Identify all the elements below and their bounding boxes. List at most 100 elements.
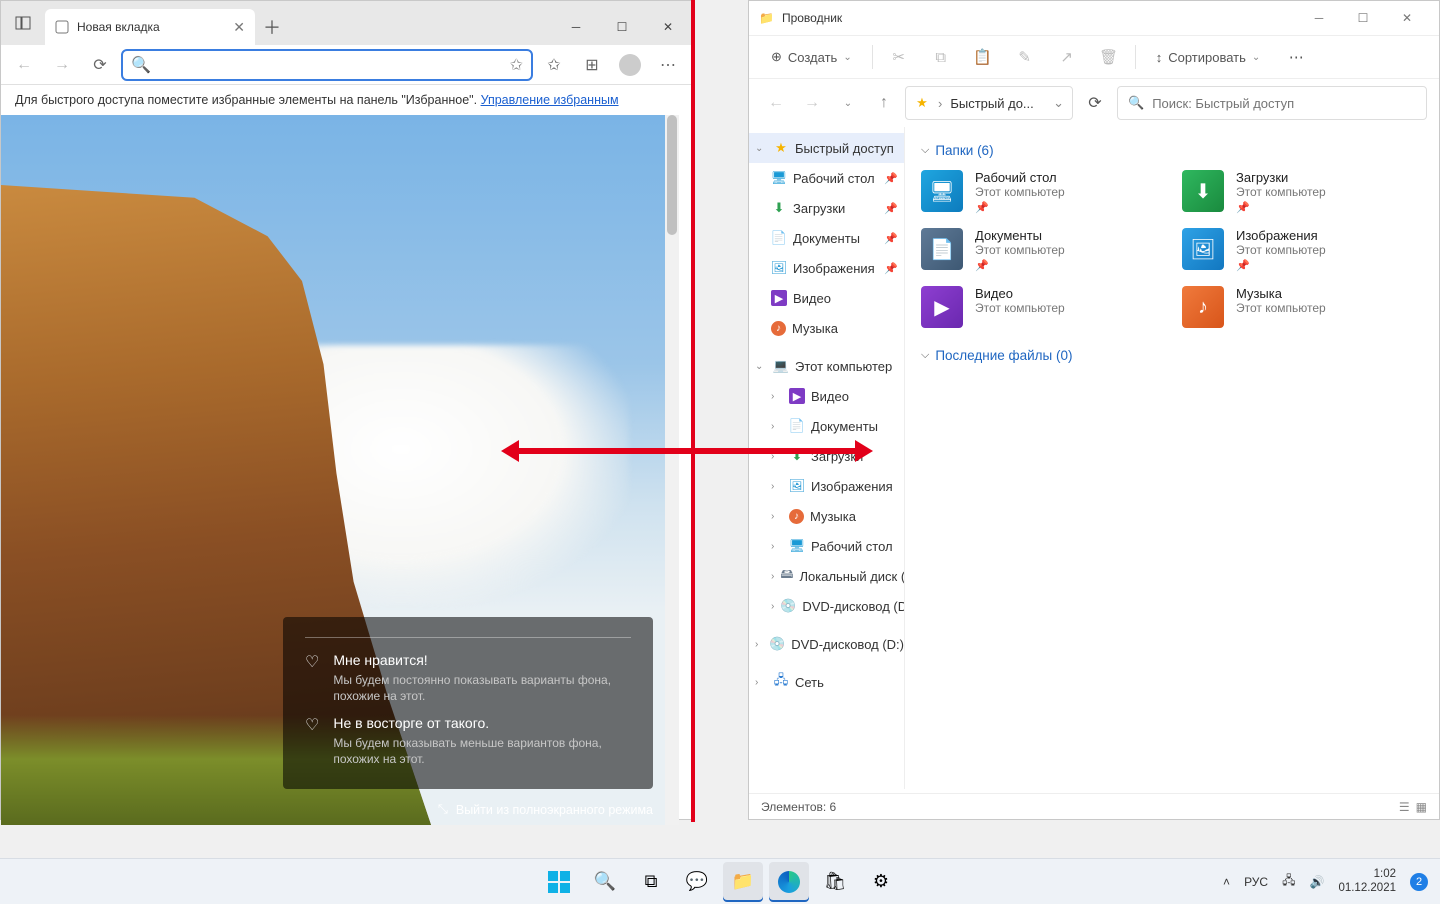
more-button[interactable]: ⋯ — [1280, 42, 1312, 72]
folder-desktop[interactable]: 🖥Рабочий столЭтот компьютер📌 — [921, 170, 1162, 214]
delete-button[interactable]: 🗑 — [1093, 42, 1125, 72]
snap-divider[interactable] — [691, 0, 695, 822]
breadcrumb-current: Быстрый до... — [950, 96, 1033, 111]
chevron-down-icon: ⌄ — [843, 52, 851, 63]
minimize-button[interactable]: ─ — [553, 9, 599, 45]
folder-documents[interactable]: 📄ДокументыЭтот компьютер📌 — [921, 228, 1162, 272]
view-details-button[interactable]: ☰ — [1399, 800, 1410, 814]
explorer-content: Папки (6) 🖥Рабочий столЭтот компьютер📌 ⬇… — [905, 127, 1439, 789]
tree-this-pc[interactable]: ⌄💻Этот компьютер — [749, 351, 904, 381]
clock[interactable]: 1:02 01.12.2021 — [1338, 868, 1396, 894]
tree-downloads[interactable]: ⬇Загрузки📌 — [749, 193, 904, 223]
new-tab-button[interactable]: ＋ — [255, 9, 289, 45]
tree-pictures[interactable]: 🖼Изображения📌 — [749, 253, 904, 283]
search-input[interactable] — [1152, 96, 1416, 111]
cut-button[interactable]: ✂ — [883, 42, 915, 72]
tab-close-icon[interactable]: ✕ — [233, 19, 245, 36]
browser-tab[interactable]: Новая вкладка ✕ — [45, 9, 255, 45]
tree-pc-desktop[interactable]: ›🖥Рабочий стол — [749, 531, 904, 561]
feedback-like-row[interactable]: ♡ Мне нравится! Мы будем постоянно показ… — [305, 652, 631, 704]
nav-history-button[interactable]: ⌄ — [833, 88, 863, 118]
feedback-dislike-row[interactable]: ♡ Не в восторге от такого. Мы будем пока… — [305, 715, 631, 767]
new-tab-hero: ♡ Мне нравится! Мы будем постоянно показ… — [1, 115, 679, 825]
folder-music[interactable]: ♪МузыкаЭтот компьютер — [1182, 286, 1423, 328]
close-button[interactable]: ✕ — [1385, 3, 1429, 33]
explorer-taskbar-button[interactable]: 📁 — [723, 862, 763, 902]
edge-toolbar: ← → ⟳ 🔍 ✩ ✩ ⊞ ⋯ — [1, 45, 691, 85]
folder-pictures[interactable]: 🖼ИзображенияЭтот компьютер📌 — [1182, 228, 1423, 272]
tree-pc-music[interactable]: ›♪Музыка — [749, 501, 904, 531]
tree-local-disk[interactable]: ›🖴Локальный диск ( — [749, 561, 904, 591]
tree-documents[interactable]: 📄Документы📌 — [749, 223, 904, 253]
section-folders-header[interactable]: Папки (6) — [921, 143, 1423, 158]
tree-pc-documents[interactable]: ›📄Документы — [749, 411, 904, 441]
collections-button[interactable]: ⊞ — [575, 48, 609, 82]
volume-icon[interactable]: 🔊 — [1309, 875, 1324, 889]
minimize-button[interactable]: ─ — [1297, 3, 1341, 33]
tree-pc-pictures[interactable]: ›🖼Изображения — [749, 471, 904, 501]
paste-button[interactable]: 📋 — [967, 42, 999, 72]
nav-back-button[interactable]: ← — [7, 48, 41, 82]
favorite-star-icon[interactable]: ✩ — [510, 55, 523, 75]
create-button[interactable]: ⊕ Создать ⌄ — [761, 42, 862, 72]
tree-network[interactable]: ›🖧Сеть — [749, 667, 904, 697]
folder-downloads[interactable]: ⬇ЗагрузкиЭтот компьютер📌 — [1182, 170, 1423, 214]
search-button[interactable]: 🔍 — [585, 862, 625, 902]
task-view-button[interactable]: ⧉ — [631, 862, 671, 902]
more-button[interactable]: ⋯ — [651, 48, 685, 82]
tree-quick-access[interactable]: ⌄★Быстрый доступ — [749, 133, 904, 163]
tree-dvd-root[interactable]: ›💿DVD-дисковод (D:) — [749, 629, 904, 659]
feedback-like-title: Мне нравится! — [333, 652, 631, 668]
view-tiles-button[interactable]: ▦ — [1416, 800, 1427, 814]
chevron-down-icon[interactable]: ⌄ — [1053, 95, 1064, 111]
pictures-icon: 🖼 — [1182, 228, 1224, 270]
refresh-button[interactable]: ⟳ — [1079, 87, 1111, 119]
tree-music[interactable]: ♪Музыка — [749, 313, 904, 343]
tray-chevron-icon[interactable]: ˄ — [1223, 875, 1230, 889]
background-feedback-panel: ♡ Мне нравится! Мы будем постоянно показ… — [283, 617, 653, 789]
tree-pc-videos[interactable]: ›▶Видео — [749, 381, 904, 411]
language-indicator[interactable]: РУС — [1244, 875, 1268, 889]
nav-up-button[interactable]: ↑ — [869, 88, 899, 118]
explorer-search[interactable]: 🔍 — [1117, 86, 1427, 120]
maximize-button[interactable]: ☐ — [599, 9, 645, 45]
rename-button[interactable]: ✎ — [1009, 42, 1041, 72]
tab-actions-button[interactable] — [1, 1, 45, 45]
tree-desktop[interactable]: 🖥Рабочий стол📌 — [749, 163, 904, 193]
share-button[interactable]: ↗ — [1051, 42, 1083, 72]
maximize-button[interactable]: ☐ — [1341, 3, 1385, 33]
videos-icon: ▶ — [921, 286, 963, 328]
folder-videos[interactable]: ▶ВидеоЭтот компьютер — [921, 286, 1162, 328]
explorer-titlebar: 📁 Проводник ─ ☐ ✕ — [749, 1, 1439, 35]
profile-button[interactable] — [613, 48, 647, 82]
favorites-button[interactable]: ✩ — [537, 48, 571, 82]
hero-scrollbar[interactable] — [665, 115, 679, 825]
notification-badge[interactable]: 2 — [1410, 873, 1428, 891]
start-button[interactable] — [539, 862, 579, 902]
music-icon: ♪ — [1182, 286, 1224, 328]
exit-fullscreen-button[interactable]: ⤡ Выйти из полноэкранного режима — [438, 802, 653, 817]
edge-taskbar-button[interactable] — [769, 862, 809, 902]
sort-button[interactable]: ↕ Сортировать ⌄ — [1146, 42, 1271, 72]
network-icon[interactable]: 🖧 — [1282, 871, 1295, 892]
manage-favorites-link[interactable]: Управление избранным — [481, 93, 619, 107]
tree-dvd[interactable]: ›💿DVD-дисковод (D: — [749, 591, 904, 621]
tree-videos[interactable]: ▶Видео — [749, 283, 904, 313]
nav-back-button[interactable]: ← — [761, 88, 791, 118]
address-bar[interactable]: 🔍 ✩ — [121, 49, 533, 81]
nav-forward-button[interactable]: → — [45, 48, 79, 82]
copy-button[interactable]: ⧉ — [925, 42, 957, 72]
close-button[interactable]: ✕ — [645, 9, 691, 45]
chat-button[interactable]: 💬 — [677, 862, 717, 902]
store-button[interactable]: 🛍 — [815, 862, 855, 902]
reload-button[interactable]: ⟳ — [83, 48, 117, 82]
address-input[interactable] — [157, 57, 504, 72]
settings-button[interactable]: ⚙ — [861, 862, 901, 902]
edge-window: Новая вкладка ✕ ＋ ─ ☐ ✕ ← → ⟳ 🔍 ✩ ✩ ⊞ ⋯ … — [0, 0, 692, 820]
feedback-dislike-sub: Мы будем показывать меньше вариантов фон… — [333, 735, 631, 767]
explorer-nav: ← → ⌄ ↑ ★ › Быстрый до... ⌄ ⟳ 🔍 — [749, 79, 1439, 127]
nav-forward-button[interactable]: → — [797, 88, 827, 118]
section-recent-header[interactable]: Последние файлы (0) — [921, 348, 1423, 363]
pin-icon: 📌 — [1236, 259, 1326, 272]
breadcrumb-bar[interactable]: ★ › Быстрый до... ⌄ — [905, 86, 1073, 120]
